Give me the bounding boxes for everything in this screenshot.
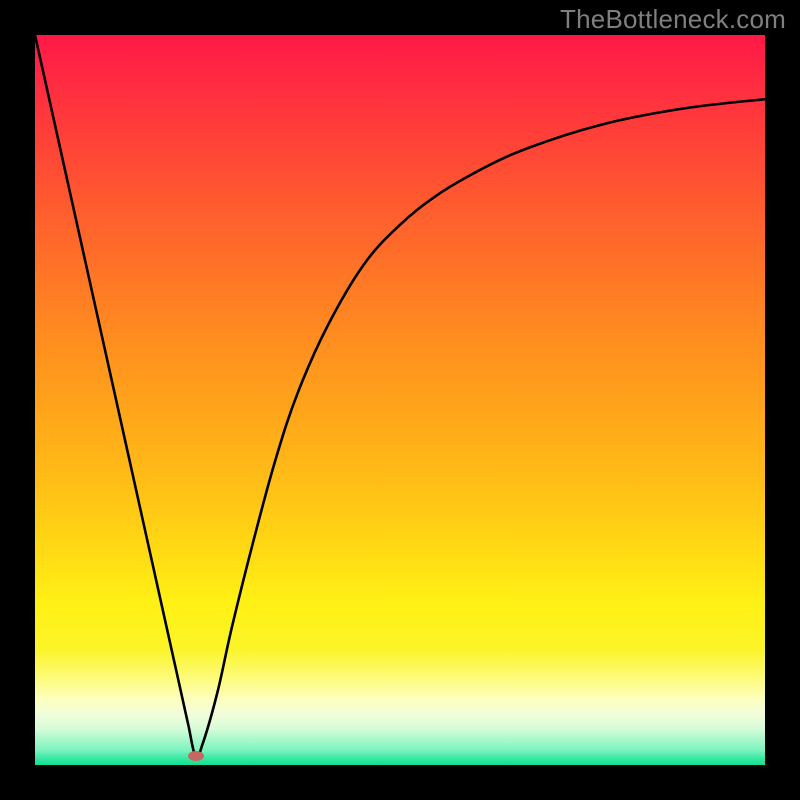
plot-area (35, 35, 765, 765)
bottleneck-curve (35, 35, 765, 765)
watermark-text: TheBottleneck.com (560, 4, 786, 35)
minimum-marker (188, 751, 204, 761)
chart-frame: TheBottleneck.com (0, 0, 800, 800)
